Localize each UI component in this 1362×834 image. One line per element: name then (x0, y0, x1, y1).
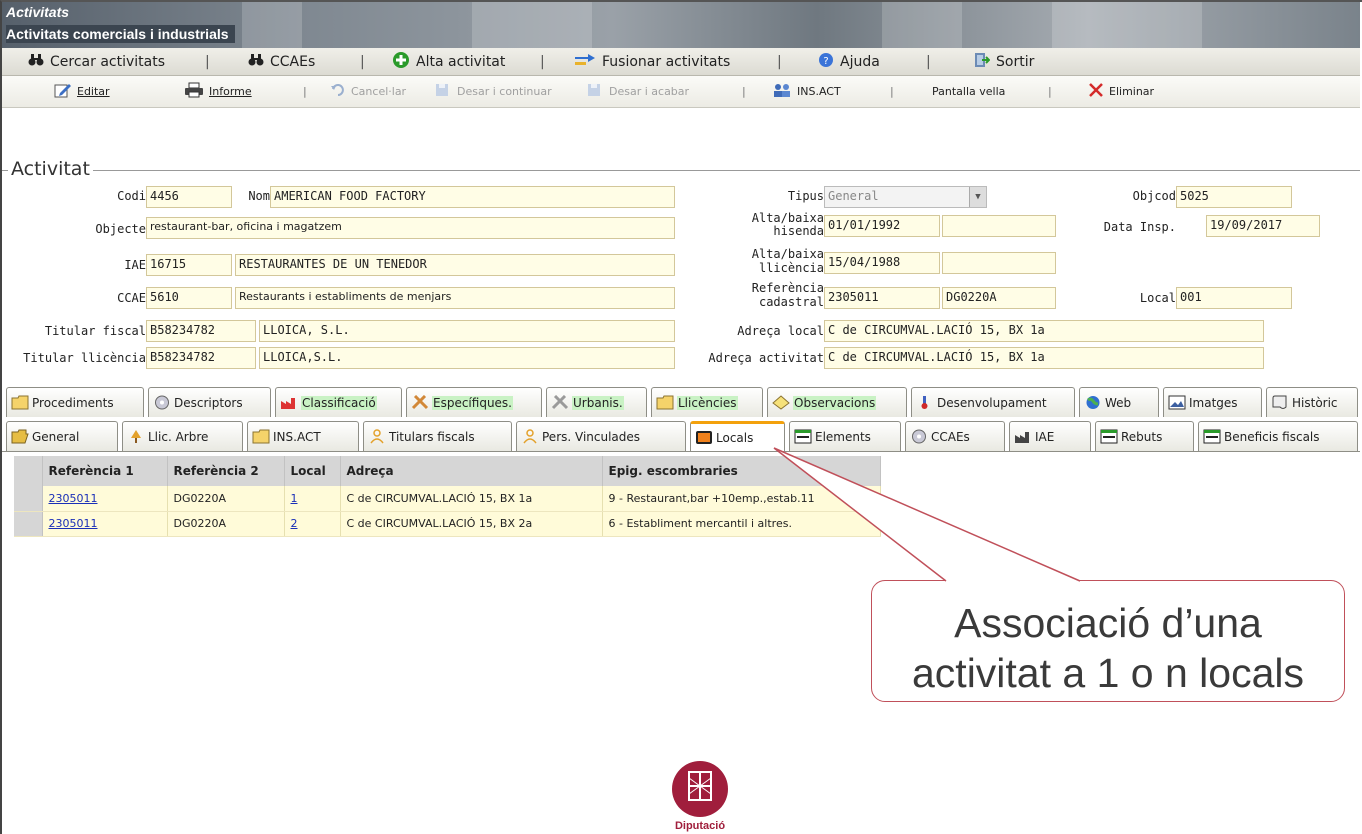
callout-line-2: activitat a 1 o n locals (912, 650, 1304, 696)
callout-line-1: Associació d’una (954, 600, 1262, 646)
callout-pointer (773, 447, 1081, 582)
logo-text: Diputació (674, 820, 726, 832)
callout-text: Associació d’una activitat a 1 o n local… (871, 598, 1345, 698)
